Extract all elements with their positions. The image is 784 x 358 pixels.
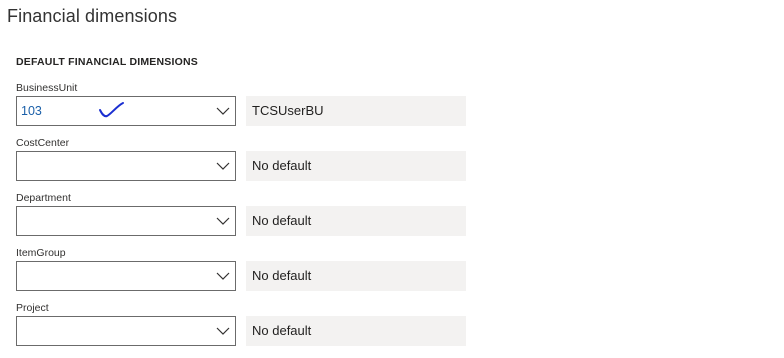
field-label-project: Project (16, 302, 49, 314)
business-unit-default: TCSUserBU (246, 96, 466, 126)
cost-center-dropdown[interactable] (16, 151, 236, 181)
page-title: Financial dimensions (7, 6, 178, 26)
department-default-text: No default (252, 213, 312, 228)
project-default-text: No default (252, 323, 312, 338)
section-header: DEFAULT FINANCIAL DIMENSIONS (16, 56, 198, 68)
field-label-item-group: ItemGroup (16, 247, 66, 259)
business-unit-default-text: TCSUserBU (252, 103, 324, 118)
cost-center-default: No default (246, 151, 466, 181)
chevron-down-icon[interactable] (216, 324, 230, 338)
cost-center-default-text: No default (252, 158, 312, 173)
item-group-default: No default (246, 261, 466, 291)
handwritten-checkmark-annotation (99, 102, 124, 118)
department-dropdown[interactable] (16, 206, 236, 236)
department-default: No default (246, 206, 466, 236)
field-label-cost-center: CostCenter (16, 137, 70, 149)
chevron-down-icon[interactable] (216, 269, 230, 283)
item-group-default-text: No default (252, 268, 312, 283)
item-group-dropdown[interactable] (16, 261, 236, 291)
chevron-down-icon[interactable] (216, 159, 230, 173)
chevron-down-icon[interactable] (216, 104, 230, 118)
business-unit-value: 103 (21, 104, 42, 118)
project-dropdown[interactable] (16, 316, 236, 346)
chevron-down-icon[interactable] (216, 214, 230, 228)
field-label-business-unit: BusinessUnit (16, 82, 78, 94)
field-label-department: Department (16, 192, 71, 204)
project-default: No default (246, 316, 466, 346)
business-unit-dropdown[interactable]: 103 (16, 96, 236, 126)
